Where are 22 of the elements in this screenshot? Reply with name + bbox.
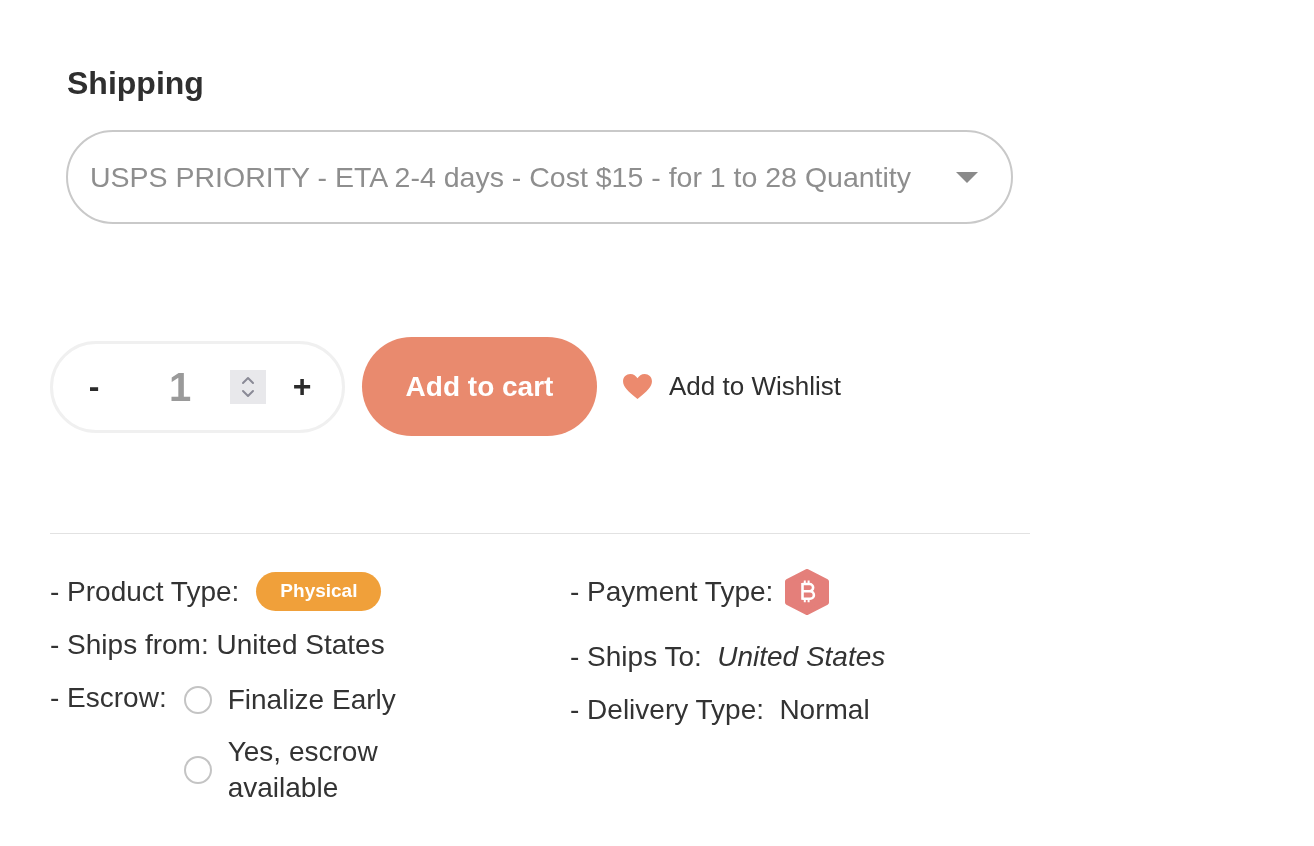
radio-label[interactable]: Finalize Early	[227, 682, 433, 718]
shipping-heading: Shipping	[67, 64, 204, 102]
detail-label: - Payment Type:	[570, 574, 774, 609]
detail-value: United States	[717, 639, 886, 674]
radio-label[interactable]: Yes, escrow available	[227, 734, 433, 806]
product-type-badge: Physical	[256, 572, 382, 611]
detail-label: - Product Type:	[50, 574, 240, 609]
wishlist-link[interactable]: Add to Wishlist	[622, 367, 841, 406]
detail-label: - Delivery Type:	[570, 692, 764, 727]
caret-down-icon	[956, 171, 978, 183]
radio-button[interactable]	[183, 686, 212, 714]
detail-value: United States	[216, 627, 385, 662]
detail-label: - Ships from:	[50, 627, 209, 662]
heart-icon	[622, 373, 653, 400]
radio-button[interactable]	[183, 756, 212, 784]
spinner-arrows-icon[interactable]	[230, 369, 266, 404]
detail-label: - Ships To:	[570, 639, 702, 674]
decrement-button[interactable]: -	[76, 368, 112, 405]
bitcoin-icon	[785, 568, 830, 615]
detail-label: - Escrow:	[50, 681, 167, 715]
increment-button[interactable]: +	[284, 368, 320, 405]
detail-value: Normal	[779, 692, 870, 727]
